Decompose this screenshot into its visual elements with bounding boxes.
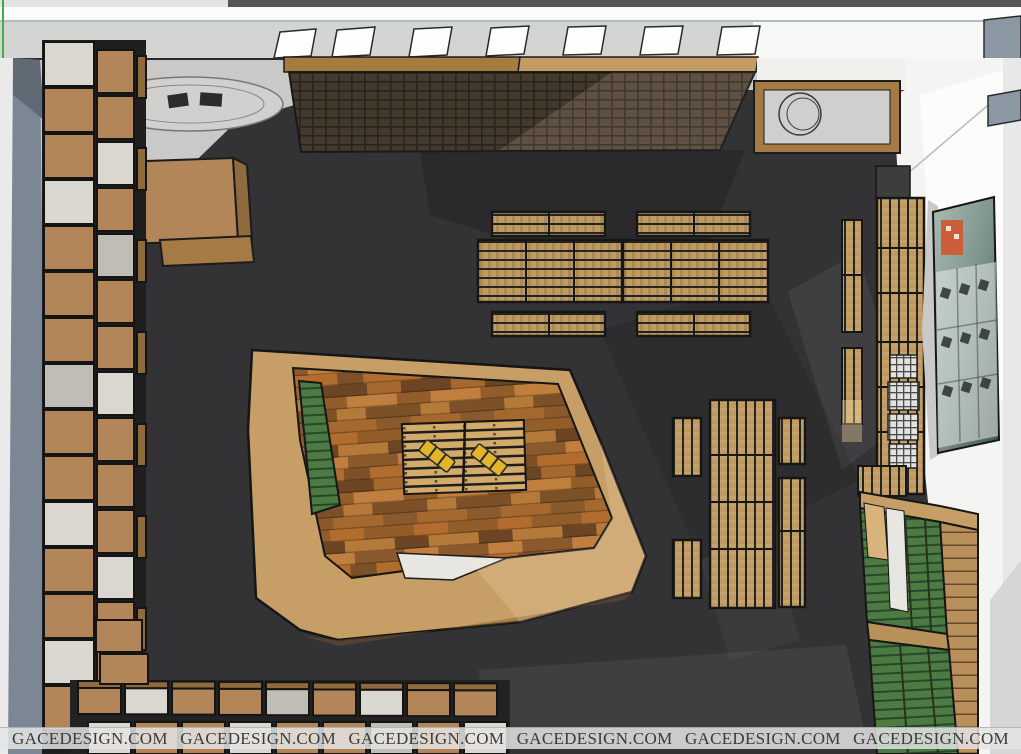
- cubby-box: [78, 688, 121, 714]
- cubby-box: [407, 690, 450, 716]
- watermark-text: GACEDESIGN.COM: [853, 729, 1009, 749]
- cubby-box: [97, 510, 134, 553]
- cubby-box: [97, 556, 134, 599]
- cubby-box: [137, 56, 146, 98]
- cubby-box: [97, 372, 134, 415]
- cubby-box: [44, 318, 94, 362]
- cubby-box: [44, 180, 94, 224]
- cubby-box: [137, 424, 146, 466]
- cubby-box: [44, 594, 94, 638]
- window-top-right: [984, 16, 1021, 62]
- cubby-box: [313, 690, 356, 716]
- cubby-box: [97, 280, 134, 323]
- cubby-box: [44, 502, 94, 546]
- window-right-wall: [988, 90, 1021, 126]
- bench: [673, 418, 701, 476]
- cubby-box: [97, 464, 134, 507]
- cubby-box: [97, 142, 134, 185]
- cubby-box: [44, 548, 94, 592]
- watermark-text: GACEDESIGN.COM: [517, 729, 673, 749]
- wall-notch: [876, 166, 910, 198]
- cubby-box: [172, 689, 215, 715]
- watermark-text: GACEDESIGN.COM: [348, 729, 504, 749]
- cubby-box: [97, 50, 134, 93]
- cubby-box: [454, 683, 497, 690]
- wall-poster: [922, 197, 999, 460]
- axis-line: [2, 0, 4, 58]
- cubby-box: [100, 654, 148, 684]
- cubby-box: [137, 516, 146, 558]
- render-scene: [0, 0, 1021, 754]
- cubby-box: [313, 683, 356, 690]
- cubby-box: [219, 682, 262, 689]
- cubby-box: [44, 42, 94, 86]
- rendered-image: GACEDESIGN.COM GACEDESIGN.COM GACEDESIGN…: [0, 0, 1021, 754]
- watermark-text: GACEDESIGN.COM: [180, 729, 336, 749]
- cubby-box: [44, 134, 94, 178]
- cubby-box: [97, 188, 134, 231]
- cubby-box: [172, 682, 215, 689]
- cubby-box: [44, 272, 94, 316]
- cubby-box: [44, 640, 94, 684]
- table: [710, 400, 775, 608]
- cubby-box: [96, 620, 142, 652]
- cubby-box: [97, 96, 134, 139]
- cubby-box: [44, 88, 94, 132]
- cubby-box: [97, 418, 134, 461]
- cubby-box: [137, 148, 146, 190]
- cubby-box: [44, 226, 94, 270]
- cubby-box: [97, 326, 134, 369]
- table: [623, 240, 768, 302]
- cubby-box: [266, 682, 309, 689]
- poster-logo: [941, 220, 963, 255]
- watermark-band: GACEDESIGN.COM GACEDESIGN.COM GACEDESIGN…: [0, 727, 1021, 749]
- service-counter: [754, 81, 900, 153]
- cubby-box: [360, 683, 403, 690]
- cubby-box: [266, 689, 309, 715]
- cubby-box: [219, 689, 262, 715]
- bench: [673, 540, 701, 598]
- left-outer-wall: [0, 58, 48, 754]
- slatted-rug: [402, 420, 526, 494]
- watermark-text: GACEDESIGN.COM: [12, 729, 168, 749]
- cubby-box: [360, 690, 403, 716]
- bench: [779, 418, 805, 464]
- cubby-box: [44, 410, 94, 454]
- cubby-box: [125, 688, 168, 714]
- green-shelving-unit: [858, 466, 978, 754]
- slatted-display-wall: [284, 57, 758, 152]
- bench: [779, 478, 805, 607]
- cubby-box: [137, 240, 146, 282]
- cubby-box: [407, 683, 450, 690]
- cubby-box: [137, 332, 146, 374]
- cubby-box: [44, 364, 94, 408]
- table: [478, 240, 622, 302]
- cubby-box: [454, 690, 497, 716]
- cubby-box: [97, 234, 134, 277]
- cubby-box: [44, 456, 94, 500]
- watermark-text: GACEDESIGN.COM: [685, 729, 841, 749]
